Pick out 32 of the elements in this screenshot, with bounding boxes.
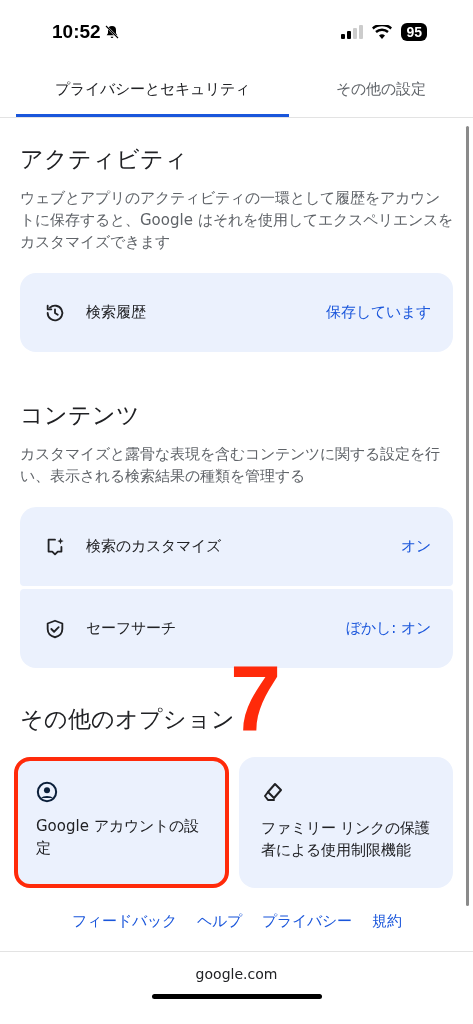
wifi-icon xyxy=(372,25,393,39)
scrollbar[interactable] xyxy=(466,126,469,906)
footer-link[interactable]: ヘルプ xyxy=(196,912,242,931)
setting-row[interactable]: 検索のカスタマイズ オン xyxy=(20,507,453,586)
tab[interactable]: その他の設定 xyxy=(289,64,473,117)
footer-link[interactable]: フィードバック xyxy=(71,912,177,931)
battery-level: 95 xyxy=(401,23,427,41)
setting-label: セーフサーチ xyxy=(86,619,177,638)
section-title: コンテンツ xyxy=(20,401,141,430)
setting-label: 検索のカスタマイズ xyxy=(86,537,222,556)
setting-row[interactable]: 検索履歴 保存しています xyxy=(20,273,453,352)
section-title: アクティビティ xyxy=(20,145,189,174)
setting-value: 保存しています xyxy=(326,303,431,322)
clock-time: 10:52 xyxy=(52,21,101,43)
home-indicator[interactable] xyxy=(151,994,322,999)
section-title: その他のオプション xyxy=(20,706,235,734)
option-label: ファミリー リンクの保護者による使用制限機能 xyxy=(260,818,431,861)
signal-icon xyxy=(341,25,364,39)
option-label: Google アカウントの設定 xyxy=(36,816,200,859)
section-description: カスタマイズと露骨な表現を含むコンテンツに関する設定を行い、表示される検索結果の種類を管理する xyxy=(20,444,441,487)
setting-value: オン xyxy=(401,537,431,556)
footer-link[interactable]: プライバシー xyxy=(261,912,352,931)
setting-label: 検索履歴 xyxy=(86,303,147,322)
option-card[interactable]: ファミリー リンクの保護者による使用制限機能 xyxy=(238,757,453,888)
section-description: ウェブとアプリのアクティビティの一環として履歴をアカウントに保存すると、Google はそれを使用してエクスペリエンスをカスタマイズできます xyxy=(20,188,453,253)
shield-icon xyxy=(44,617,66,640)
footer-link[interactable]: 規約 xyxy=(371,912,402,931)
url-text: google.com xyxy=(195,966,278,982)
option-card[interactable]: Google アカウントの設定 xyxy=(14,757,229,888)
account-icon xyxy=(36,781,58,803)
setting-value: ぼかし: オン xyxy=(346,619,431,638)
tab[interactable]: プライバシーとセキュリティ xyxy=(16,64,289,117)
